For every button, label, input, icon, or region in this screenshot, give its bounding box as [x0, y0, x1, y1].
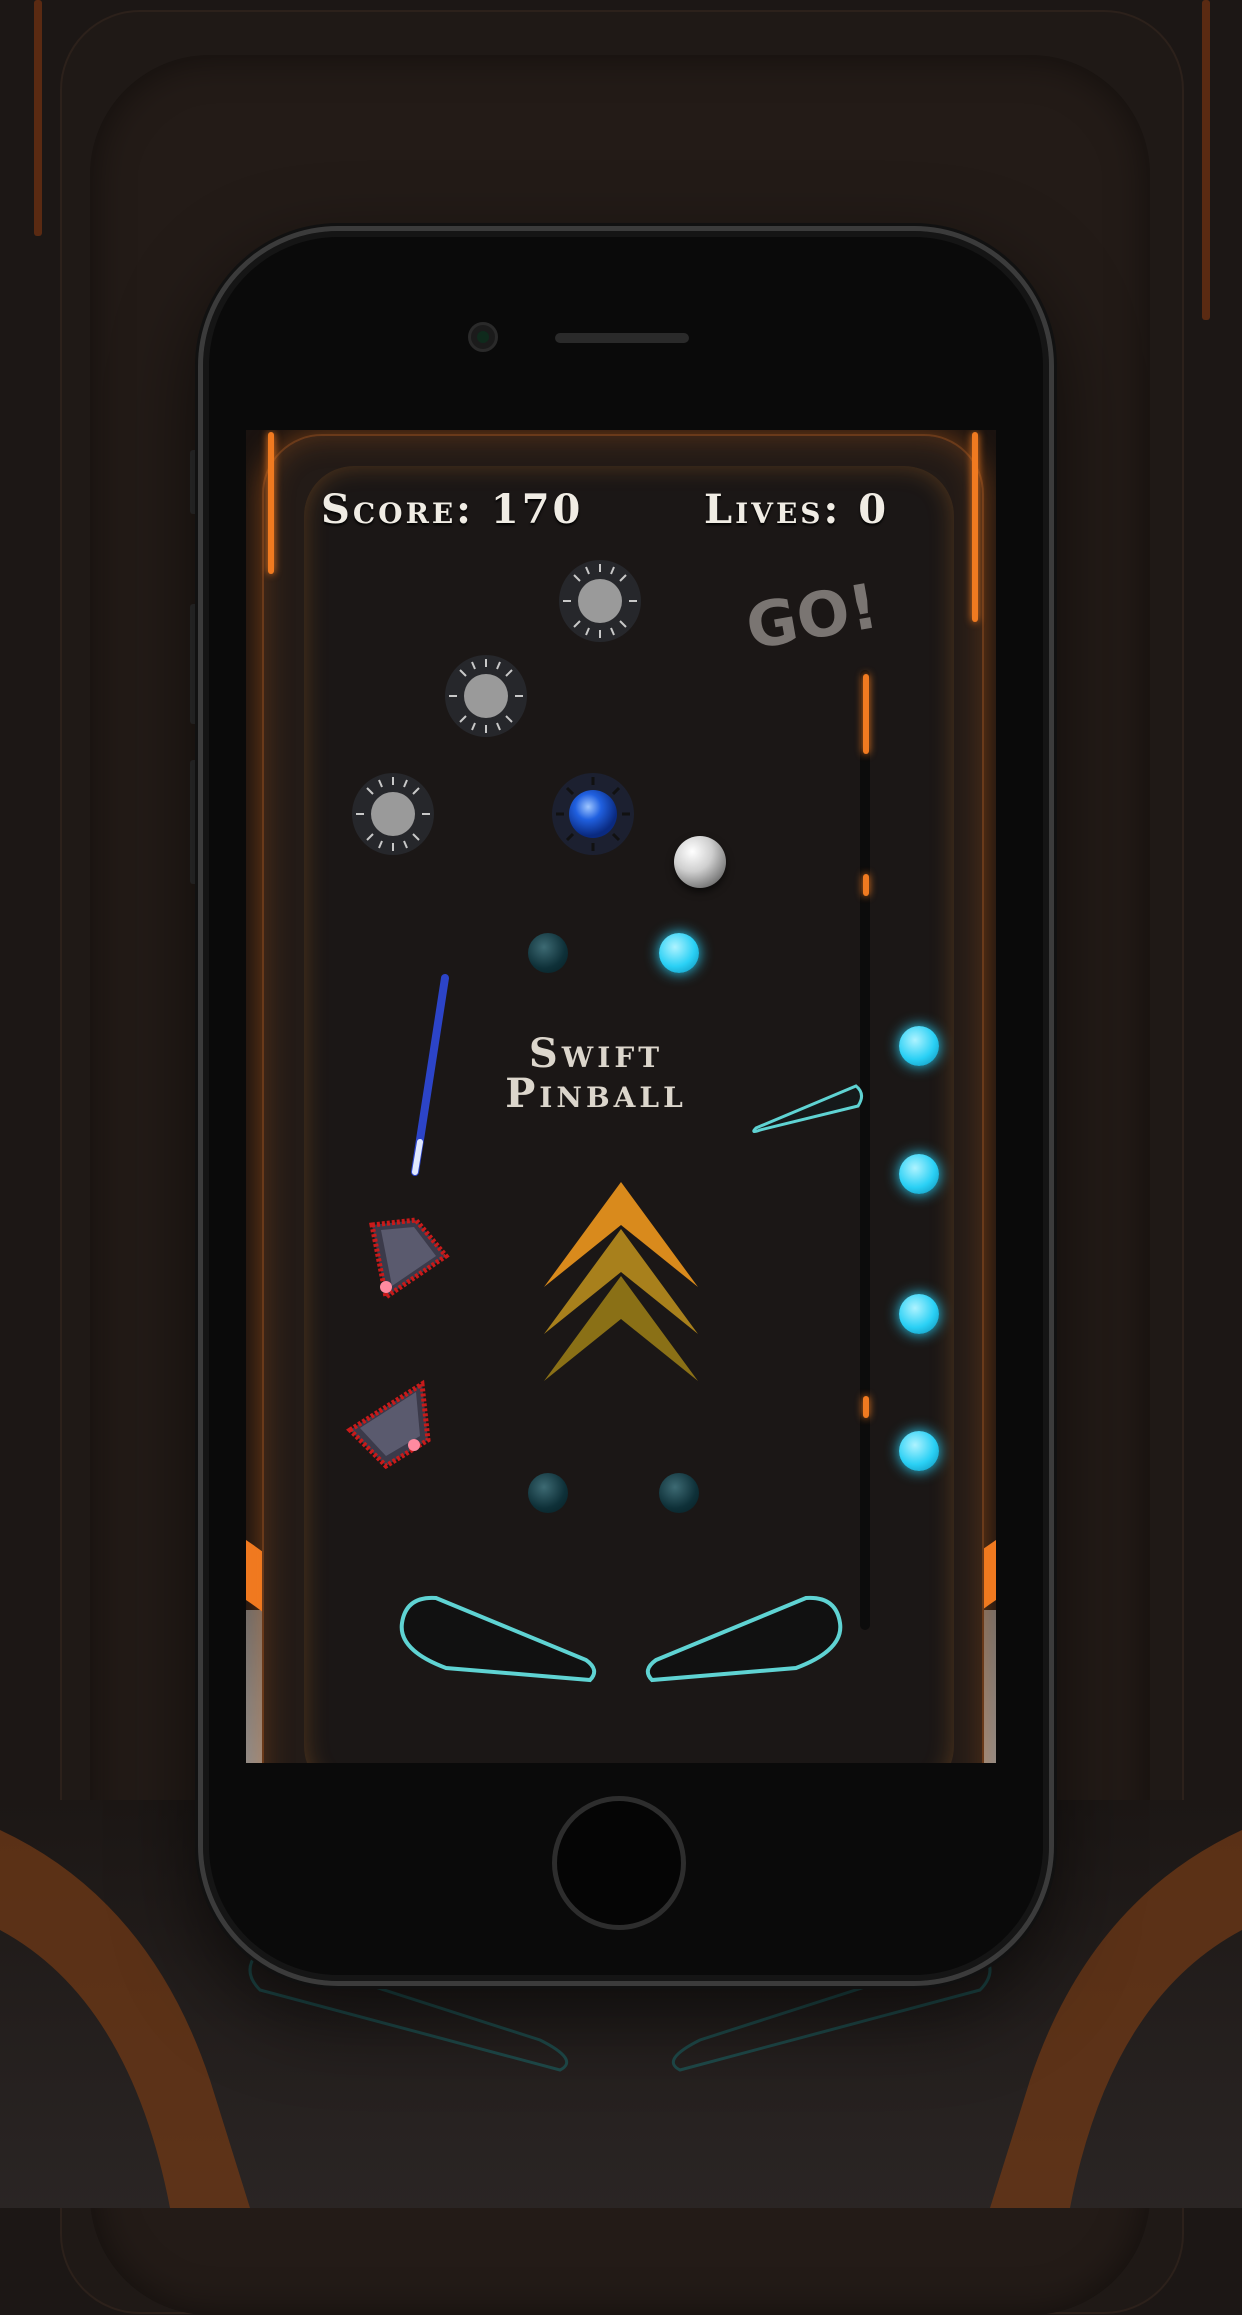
right-flipper	[645, 1595, 843, 1683]
game-screen[interactable]: Score: 170 Lives: 0 GO! Swift Pinball	[246, 430, 996, 1763]
speaker-grille	[555, 333, 689, 343]
playfield-objects	[346, 974, 863, 1683]
chevron-up-arrows-icon	[544, 1182, 698, 1381]
phone-volume-down	[190, 760, 198, 884]
camera-icon	[468, 322, 498, 352]
triangle-slingshot-icon	[346, 1379, 431, 1470]
phone-volume-up	[190, 604, 198, 724]
home-button[interactable]	[552, 1796, 686, 1930]
phone-mute-switch	[190, 450, 198, 514]
triangle-slingshot-icon	[369, 1217, 450, 1302]
left-flipper	[399, 1595, 597, 1683]
mini-flipper	[752, 1084, 863, 1134]
